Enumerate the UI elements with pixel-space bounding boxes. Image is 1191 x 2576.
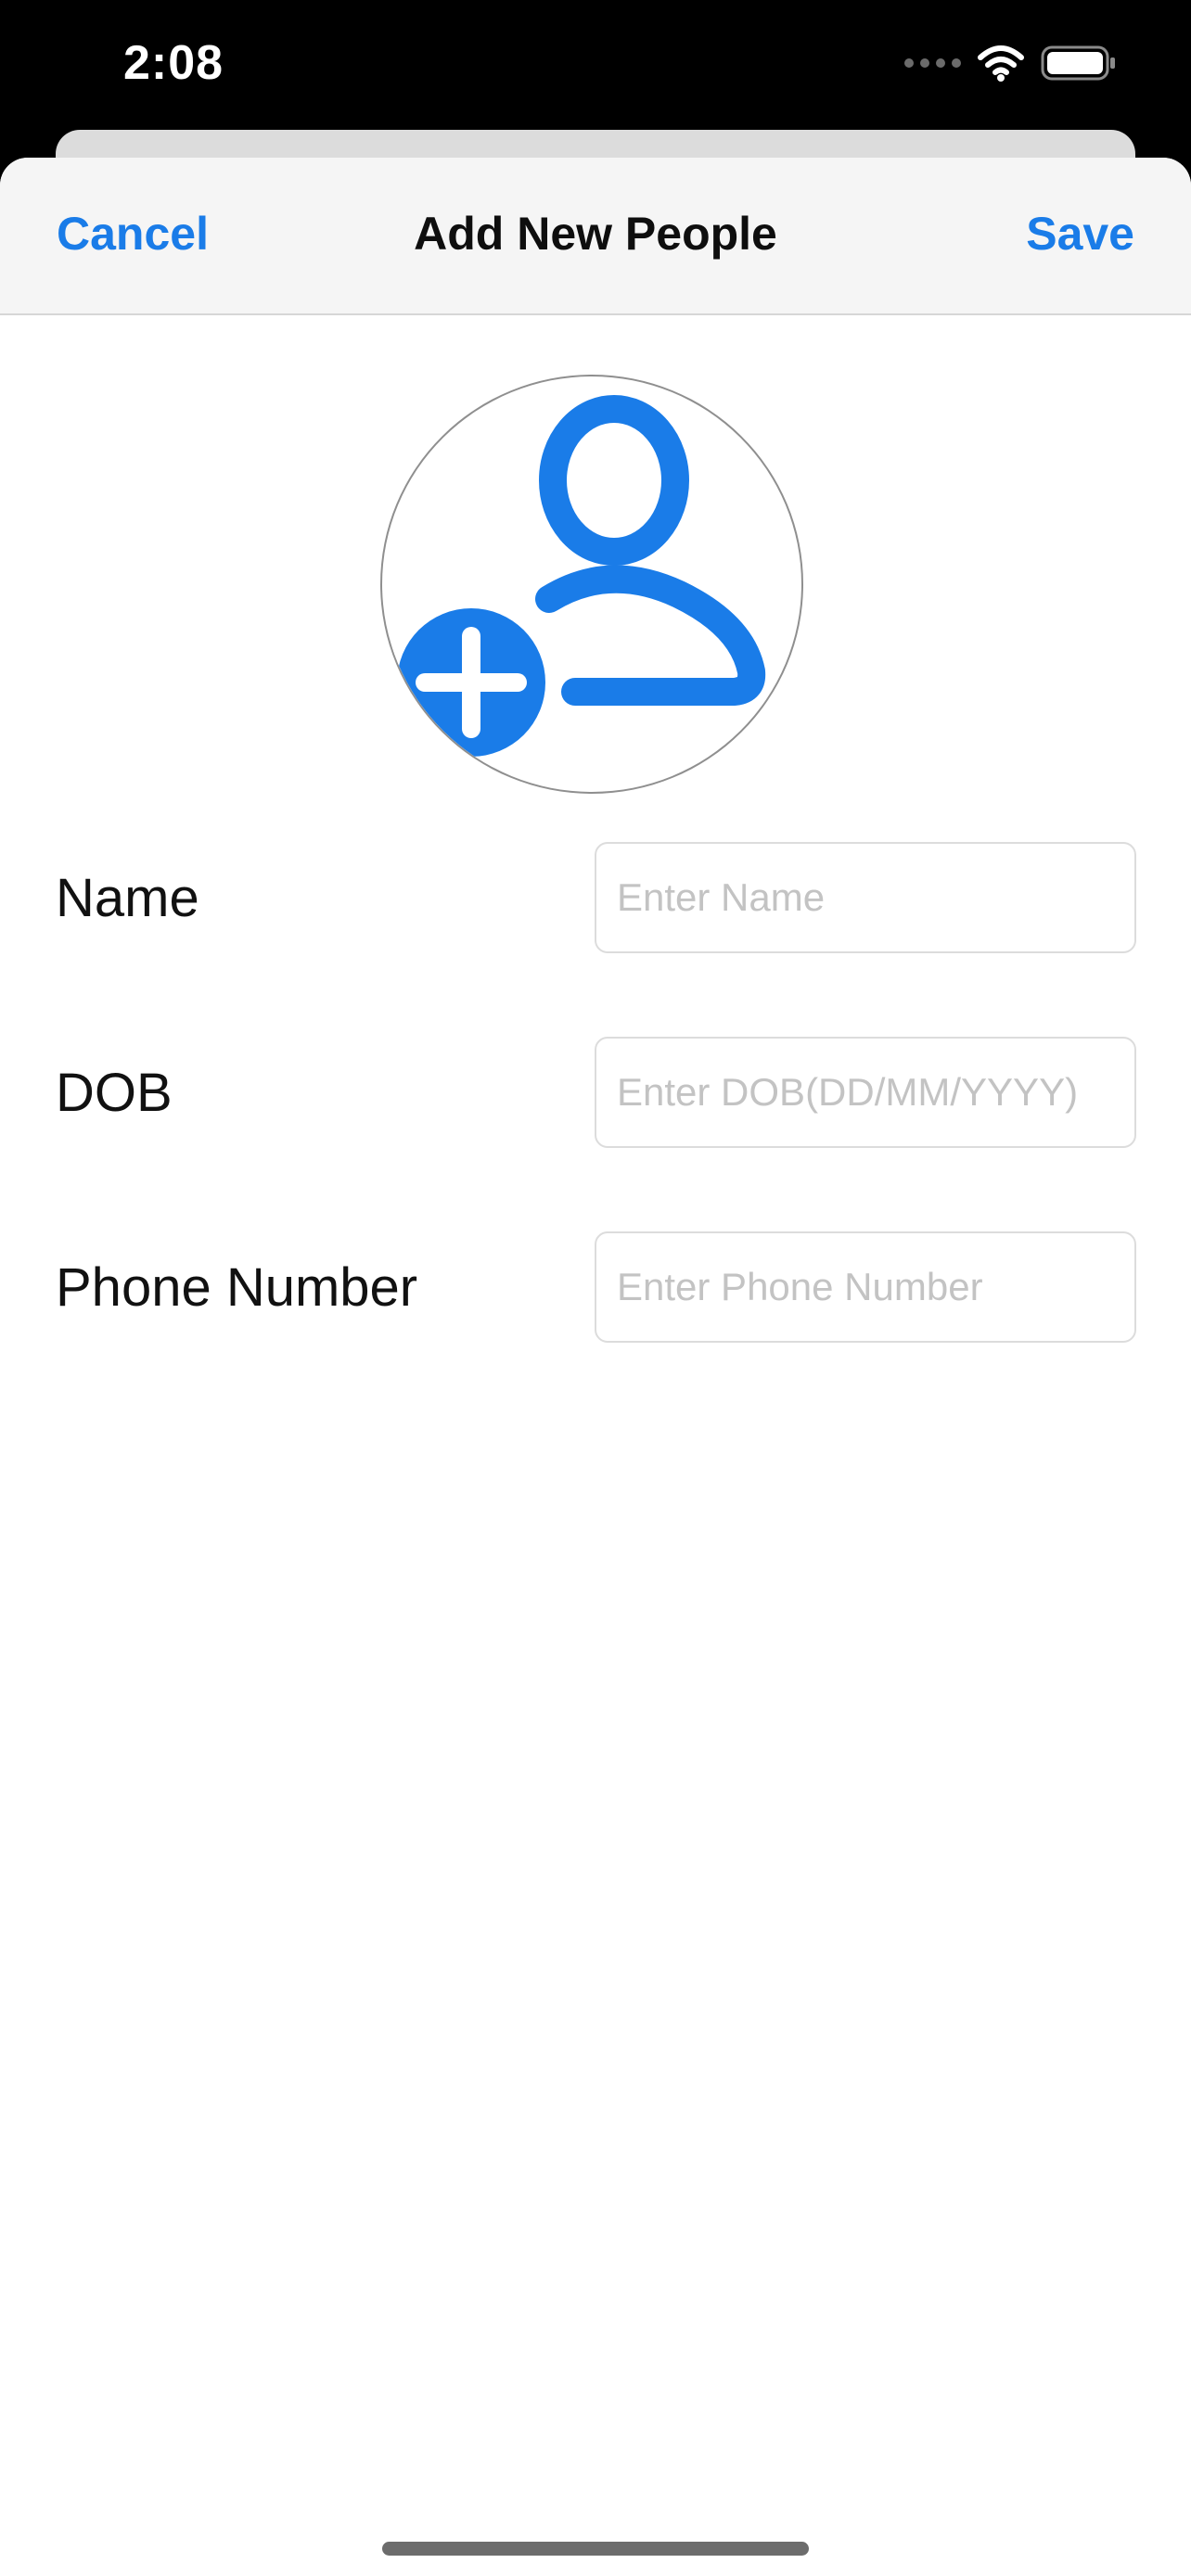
dob-input[interactable] [595, 1037, 1136, 1148]
name-input[interactable] [595, 842, 1136, 953]
add-people-sheet: Cancel Add New People Save Name DOB Phon… [0, 158, 1191, 2576]
phone-label: Phone Number [56, 1257, 418, 1318]
wifi-icon [978, 45, 1024, 82]
dob-label: DOB [56, 1063, 173, 1123]
dob-row: DOB [0, 1037, 1191, 1150]
status-time: 2:08 [123, 36, 224, 90]
home-indicator[interactable] [382, 2542, 809, 2556]
status-icons [904, 45, 1117, 82]
avatar-picker[interactable] [380, 375, 803, 794]
phone-row: Phone Number [0, 1231, 1191, 1345]
phone-input[interactable] [595, 1231, 1136, 1343]
save-button[interactable]: Save [1026, 207, 1134, 261]
status-bar: 2:08 [0, 0, 1191, 139]
name-label: Name [56, 868, 199, 928]
cellular-signal-icon [904, 58, 961, 68]
navigation-bar: Cancel Add New People Save [0, 158, 1191, 315]
page-title: Add New People [414, 208, 777, 260]
person-add-icon [384, 395, 766, 770]
name-row: Name [0, 842, 1191, 955]
battery-icon [1041, 45, 1115, 81]
